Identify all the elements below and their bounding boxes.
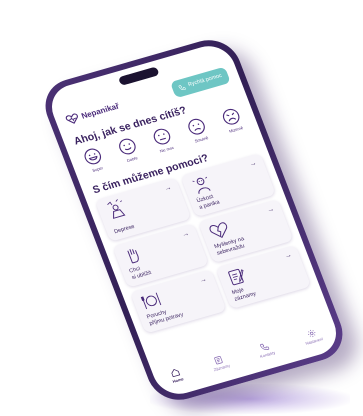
broken-heart-illustration	[209, 222, 227, 239]
phone-frame: Nepanikař Rychlá pomoc Ahoj, jak se dnes…	[36, 33, 352, 407]
quick-help-label: Rychlá pomoc	[187, 72, 223, 89]
arrow-right-icon: →	[266, 205, 276, 215]
miserable-face-icon	[222, 108, 240, 125]
mood-dobre[interactable]: Dobře	[109, 134, 149, 166]
plate-illustration	[140, 292, 162, 310]
app-logo: Nepanikař	[64, 100, 121, 125]
arrow-right-icon: →	[198, 276, 208, 285]
nav-home[interactable]: Home	[168, 366, 184, 384]
nav-kontakty[interactable]: Kontakty	[255, 340, 276, 358]
neutral-face-icon	[153, 128, 171, 145]
hand-illustration	[127, 249, 139, 264]
arrow-right-icon: →	[248, 159, 258, 169]
mood-nic-moc[interactable]: Nic moc	[143, 124, 183, 156]
journal-illustration	[227, 269, 244, 286]
mood-super[interactable]: Super	[74, 144, 114, 176]
mood-label: Dobře	[126, 155, 139, 164]
nav-nastaveni[interactable]: Nastavení	[301, 326, 324, 345]
mood-label: Smutně	[193, 135, 209, 144]
sad-face-icon	[188, 118, 205, 135]
mood-smutne[interactable]: Smutně	[178, 114, 218, 146]
smile-face-icon	[119, 138, 136, 155]
arrow-right-icon: →	[181, 230, 191, 239]
arrow-right-icon: →	[283, 251, 293, 261]
nav-zaznamy[interactable]: Záznamy	[209, 353, 230, 372]
app-name: Nepanikař	[79, 101, 121, 121]
arrow-right-icon: →	[163, 184, 173, 193]
mood-label: Mizerně	[228, 125, 244, 134]
very-happy-face-icon	[84, 148, 102, 165]
quick-help-button[interactable]: Rychlá pomoc	[169, 66, 231, 98]
phone-icon	[178, 84, 186, 90]
bottom-nav: Home Záznamy Kontakty Nastavení	[151, 318, 340, 392]
app-screen: Nepanikař Rychlá pomoc Ahoj, jak se dnes…	[44, 40, 344, 400]
mood-label: Super	[91, 165, 104, 173]
mood-mizerne[interactable]: Mizerně	[213, 104, 253, 136]
mood-label: Nic moc	[158, 144, 175, 154]
depression-illustration	[107, 198, 126, 219]
heart-pulse-icon	[65, 113, 78, 124]
anxiety-illustration	[192, 176, 211, 195]
